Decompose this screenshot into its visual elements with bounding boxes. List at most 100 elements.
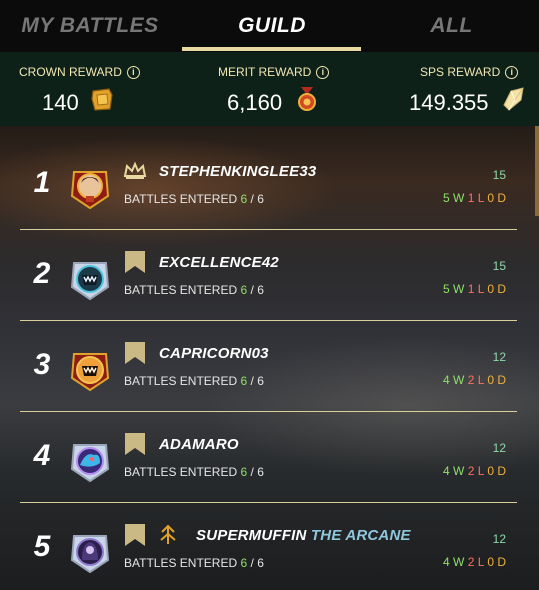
wins-count: 4 bbox=[443, 464, 450, 478]
win-loss-record: 5 W 1 L 0 D bbox=[443, 282, 506, 296]
battles-entered-count: 6 bbox=[240, 556, 248, 570]
rank-number: 1 bbox=[33, 166, 51, 199]
battles-total: 6 bbox=[257, 283, 264, 297]
battles-entered-label: BATTLES ENTERED bbox=[124, 374, 238, 388]
score: 12 bbox=[492, 532, 506, 546]
info-icon[interactable]: i bbox=[316, 66, 330, 79]
merit-reward-value: 6,160 bbox=[227, 90, 283, 115]
player-name[interactable]: STEPHENKINGLEE33 bbox=[159, 163, 316, 180]
sps-reward-label-text: SPS REWARD bbox=[420, 65, 501, 79]
battles-entered-label: BATTLES ENTERED bbox=[124, 283, 238, 297]
draws-count: 0 bbox=[487, 464, 494, 478]
scrollbar[interactable] bbox=[535, 126, 539, 216]
info-icon[interactable]: i bbox=[126, 66, 140, 79]
guild-tag[interactable]: THE ARCANE bbox=[311, 527, 411, 544]
losses-count: 2 bbox=[467, 373, 475, 387]
arcane-guild-icon bbox=[160, 524, 176, 544]
merit-reward-label-text: MERIT REWARD bbox=[218, 65, 312, 79]
battles-entered: BATTLES ENTERED 6 / 6 bbox=[124, 465, 264, 479]
battles-entered-label: BATTLES ENTERED bbox=[124, 192, 238, 206]
tab-my-battles[interactable]: MY BATTLES bbox=[0, 0, 180, 52]
tab-all[interactable]: ALL bbox=[364, 0, 539, 52]
crown-reward: CROWN REWARD i 140 bbox=[0, 52, 180, 126]
player-avatar[interactable] bbox=[68, 166, 112, 210]
score: 12 bbox=[492, 350, 506, 364]
battles-entered-count: 6 bbox=[240, 192, 248, 206]
leaderboard-row[interactable]: 1 STEPHENKINGLEE33 BATTLES ENTERED 6 / 6… bbox=[20, 139, 517, 230]
wins-count: 4 bbox=[443, 373, 450, 387]
bookmark-icon bbox=[125, 251, 145, 273]
battles-entered: BATTLES ENTERED 6 / 6 bbox=[124, 374, 264, 388]
rank-number: 2 bbox=[33, 257, 51, 290]
draws-count: 0 bbox=[487, 282, 494, 296]
wins-count: 4 bbox=[443, 555, 450, 569]
win-loss-record: 4 W 2 L 0 D bbox=[443, 464, 506, 478]
wins-count: 5 bbox=[443, 282, 450, 296]
bookmark-icon bbox=[125, 342, 145, 364]
crown-reward-label-text: CROWN REWARD bbox=[19, 65, 122, 79]
battles-total: 6 bbox=[257, 556, 264, 570]
active-tab-indicator bbox=[182, 47, 361, 51]
win-loss-record: 4 W 2 L 0 D bbox=[443, 555, 506, 569]
crown-token-icon bbox=[91, 88, 113, 111]
losses-count: 1 bbox=[467, 282, 475, 296]
battles-entered-label: BATTLES ENTERED bbox=[124, 556, 238, 570]
win-loss-record: 4 W 2 L 0 D bbox=[443, 373, 506, 387]
battles-entered-count: 6 bbox=[240, 283, 248, 297]
tab-bar: MY BATTLES GUILD ALL bbox=[0, 0, 539, 52]
player-name-text: SUPERMUFFIN bbox=[196, 527, 307, 544]
player-avatar[interactable] bbox=[68, 348, 112, 392]
score: 15 bbox=[492, 168, 506, 182]
separator: / bbox=[250, 192, 254, 206]
player-name[interactable]: CAPRICORN03 bbox=[159, 345, 269, 362]
draws-count: 0 bbox=[487, 373, 494, 387]
crown-reward-value: 140 bbox=[42, 90, 79, 115]
merit-reward: MERIT REWARD i 6,160 bbox=[180, 52, 360, 126]
guild-leaderboard: 1 STEPHENKINGLEE33 BATTLES ENTERED 6 / 6… bbox=[0, 126, 539, 590]
player-name[interactable]: SUPERMUFFIN THE ARCANE bbox=[196, 527, 411, 544]
sps-reward-label: SPS REWARD i bbox=[420, 65, 519, 79]
info-icon[interactable]: i bbox=[505, 66, 519, 79]
player-name[interactable]: ADAMARO bbox=[159, 436, 239, 453]
sps-crystal-icon bbox=[503, 87, 524, 111]
merit-reward-label: MERIT REWARD i bbox=[218, 65, 330, 79]
losses-count: 2 bbox=[467, 555, 475, 569]
battles-total: 6 bbox=[257, 192, 264, 206]
battles-entered: BATTLES ENTERED 6 / 6 bbox=[124, 192, 264, 206]
player-name[interactable]: EXCELLENCE42 bbox=[159, 254, 279, 271]
crown-reward-label: CROWN REWARD i bbox=[19, 65, 140, 79]
tab-guild[interactable]: GUILD bbox=[182, 0, 362, 52]
player-name-text: EXCELLENCE42 bbox=[159, 254, 279, 271]
sps-reward-value: 149.355 bbox=[409, 90, 489, 115]
leaderboard-row[interactable]: 3 CAPRICORN03 BATTLES ENTERED 6 / 6 12 4… bbox=[20, 321, 517, 412]
draws-count: 0 bbox=[487, 555, 494, 569]
separator: / bbox=[250, 465, 254, 479]
rank-number: 4 bbox=[33, 439, 51, 472]
player-name-text: STEPHENKINGLEE33 bbox=[159, 163, 317, 180]
leaderboard-row[interactable]: 4 ADAMARO BATTLES ENTERED 6 / 6 12 4 W 2… bbox=[20, 412, 517, 503]
battles-entered-label: BATTLES ENTERED bbox=[124, 465, 238, 479]
losses-count: 2 bbox=[467, 464, 475, 478]
player-avatar[interactable] bbox=[68, 257, 112, 301]
player-avatar[interactable] bbox=[68, 530, 112, 574]
separator: / bbox=[250, 283, 254, 297]
bookmark-icon bbox=[125, 433, 145, 455]
battles-total: 6 bbox=[257, 465, 264, 479]
score: 12 bbox=[492, 441, 506, 455]
score: 15 bbox=[492, 259, 506, 273]
player-name-text: CAPRICORN03 bbox=[159, 345, 269, 362]
bookmark-icon bbox=[125, 524, 145, 546]
battles-total: 6 bbox=[257, 374, 264, 388]
player-avatar[interactable] bbox=[68, 439, 112, 483]
rank-number: 3 bbox=[33, 348, 51, 381]
leaderboard-row[interactable]: 5 SUPERMUFFIN THE ARCANE BATTLES ENTERED… bbox=[20, 503, 517, 590]
crown-icon bbox=[123, 161, 147, 179]
wins-count: 5 bbox=[443, 191, 450, 205]
battles-entered-count: 6 bbox=[240, 374, 248, 388]
win-loss-record: 5 W 1 L 0 D bbox=[443, 191, 506, 205]
separator: / bbox=[250, 556, 254, 570]
merit-medal-icon bbox=[298, 87, 316, 111]
battles-entered: BATTLES ENTERED 6 / 6 bbox=[124, 283, 264, 297]
draws-count: 0 bbox=[487, 191, 494, 205]
leaderboard-row[interactable]: 2 EXCELLENCE42 BATTLES ENTERED 6 / 6 15 … bbox=[20, 230, 517, 321]
